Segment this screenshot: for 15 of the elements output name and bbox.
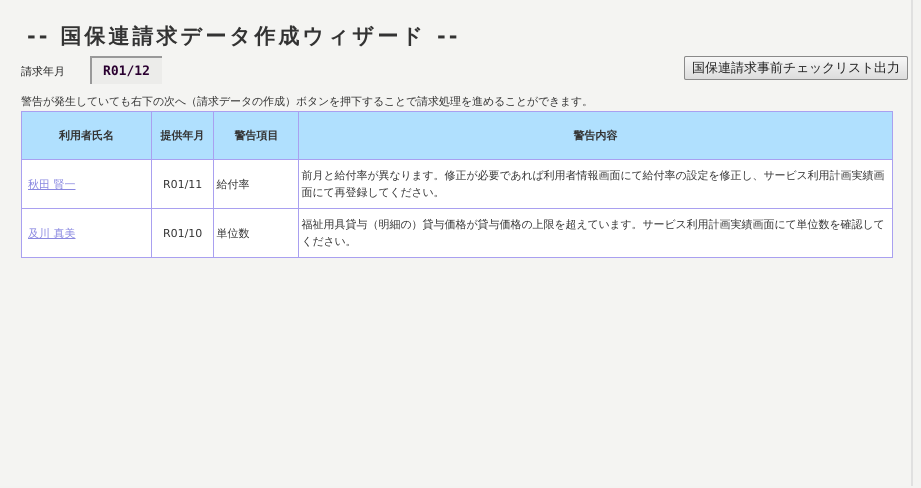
- billing-month-tab[interactable]: R01/12: [90, 56, 162, 84]
- table-cell: 福祉用具貸与（明細の）貸与価格が貸与価格の上限を超えています。サービス利用計画実績画面にて単位数を確認してください。: [298, 208, 892, 258]
- table-cell: 前月と給付率が異なります。修正が必要であれば利用者情報画面にて給付率の設定を修正し、サービス利用計画実績画面にて再登録してください。: [298, 160, 892, 208]
- table-cell: R01/10: [151, 208, 214, 258]
- table-cell: R01/11: [151, 160, 214, 208]
- page-title: -- 国保連請求データ作成ウィザード --: [27, 23, 462, 50]
- checklist-output-button[interactable]: 国保連請求事前チェックリスト出力: [684, 56, 908, 80]
- billing-month-label: 請求年月: [21, 64, 66, 79]
- column-header: 警告内容: [298, 112, 892, 160]
- column-header: 利用者氏名: [22, 112, 152, 160]
- table-cell: 単位数: [214, 208, 299, 258]
- column-header: 警告項目: [214, 112, 299, 160]
- table-cell: 給付率: [214, 160, 299, 208]
- notice-text: 警告が発生していても右下の次へ（請求データの作成）ボタンを押下することで請求処理を進めることができます。: [21, 94, 594, 109]
- column-header: 提供年月: [151, 112, 214, 160]
